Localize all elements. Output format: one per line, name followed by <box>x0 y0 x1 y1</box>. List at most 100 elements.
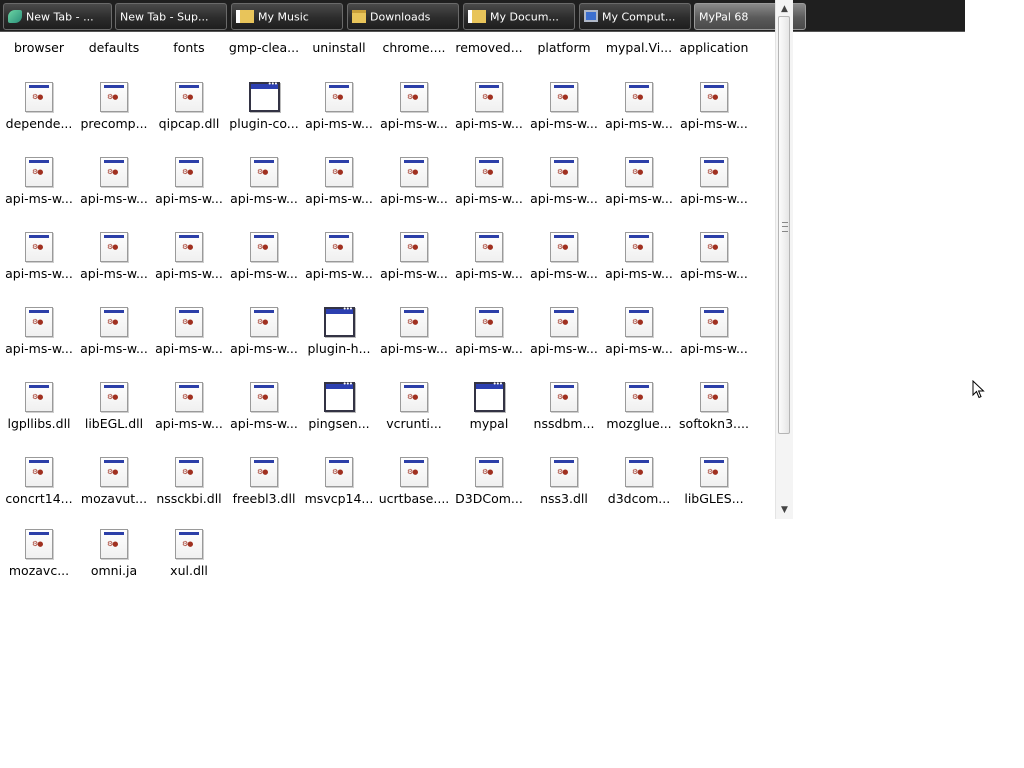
file-item[interactable]: ⚙● api-ms-w... <box>450 147 528 222</box>
file-item[interactable]: ⚙● api-ms-w... <box>675 297 753 372</box>
file-item[interactable]: plugin-h... <box>300 297 378 372</box>
file-label: plugin-h... <box>307 341 371 356</box>
file-item[interactable]: ⚙● api-ms-w... <box>0 147 78 222</box>
folder-item[interactable]: uninstall <box>301 40 377 55</box>
file-item[interactable]: ⚙● api-ms-w... <box>375 222 453 297</box>
file-item[interactable]: ⚙● d3dcom... <box>600 447 678 522</box>
file-item[interactable]: ⚙● mozavut... <box>75 447 153 522</box>
file-item[interactable]: ⚙● omni.ja <box>75 519 153 594</box>
file-item[interactable]: plugin-co... <box>225 72 303 147</box>
folder-item[interactable]: removed... <box>451 40 527 55</box>
file-item[interactable]: ⚙● api-ms-w... <box>225 372 303 447</box>
file-item[interactable]: ⚙● vcrunti... <box>375 372 453 447</box>
file-item[interactable]: ⚙● api-ms-w... <box>225 297 303 372</box>
folder-item[interactable]: mypal.Vi... <box>601 40 677 55</box>
file-item[interactable]: ⚙● api-ms-w... <box>525 222 603 297</box>
taskbar-blank-area <box>965 0 1024 31</box>
file-item[interactable]: ⚙● api-ms-w... <box>375 147 453 222</box>
file-label: mozavut... <box>80 491 148 506</box>
file-item[interactable]: ⚙● msvcp14... <box>300 447 378 522</box>
folder-item[interactable]: platform <box>526 40 602 55</box>
file-item[interactable]: ⚙● lgpllibs.dll <box>0 372 78 447</box>
file-item[interactable]: ⚙● concrt14... <box>0 447 78 522</box>
taskbar-item-label: New Tab - ... <box>26 10 94 24</box>
taskbar-item-my-documents[interactable]: My Docum... <box>463 3 575 30</box>
folder-item[interactable]: application <box>676 40 752 55</box>
file-item[interactable]: ⚙● libGLES... <box>675 447 753 522</box>
dll-file-icon: ⚙● <box>250 232 278 262</box>
file-item[interactable]: ⚙● softokn3.... <box>675 372 753 447</box>
file-item[interactable]: ⚙● api-ms-w... <box>75 297 153 372</box>
file-label: api-ms-w... <box>305 116 373 131</box>
file-item[interactable]: ⚙● api-ms-w... <box>600 72 678 147</box>
file-item[interactable]: ⚙● api-ms-w... <box>300 147 378 222</box>
file-icon-wrap: ⚙● <box>25 232 55 264</box>
folder-item[interactable]: defaults <box>76 40 152 55</box>
scroll-up-arrow-icon[interactable]: ▲ <box>776 2 793 16</box>
file-item[interactable]: ⚙● api-ms-w... <box>525 297 603 372</box>
folder-item[interactable]: fonts <box>151 40 227 55</box>
file-item[interactable]: ⚙● api-ms-w... <box>225 147 303 222</box>
vertical-scrollbar[interactable]: ▲ ▼ <box>775 0 793 519</box>
file-item[interactable]: ⚙● api-ms-w... <box>0 297 78 372</box>
file-item[interactable]: ⚙● api-ms-w... <box>450 72 528 147</box>
file-item[interactable]: ⚙● api-ms-w... <box>150 297 228 372</box>
file-item[interactable]: ⚙● api-ms-w... <box>525 147 603 222</box>
file-icon-wrap: ⚙● <box>475 82 505 114</box>
file-label: api-ms-w... <box>155 266 223 281</box>
file-item[interactable]: ⚙● api-ms-w... <box>150 372 228 447</box>
file-item[interactable]: ⚙● api-ms-w... <box>600 297 678 372</box>
folder-item[interactable]: gmp-clea... <box>226 40 302 55</box>
file-item[interactable]: ⚙● api-ms-w... <box>0 222 78 297</box>
scrollbar-thumb[interactable] <box>778 16 790 434</box>
file-item[interactable]: ⚙● mozglue... <box>600 372 678 447</box>
taskbar-item-new-tab-2[interactable]: New Tab - Sup... <box>115 3 227 30</box>
file-icon-wrap: ⚙● <box>250 457 280 489</box>
taskbar-item-my-music[interactable]: My Music <box>231 3 343 30</box>
taskbar-item-downloads[interactable]: Downloads <box>347 3 459 30</box>
file-icon-wrap: ⚙● <box>400 82 430 114</box>
file-item[interactable]: ⚙● libEGL.dll <box>75 372 153 447</box>
file-item[interactable]: ⚙● nss3.dll <box>525 447 603 522</box>
scroll-down-arrow-icon[interactable]: ▼ <box>776 503 793 517</box>
file-item[interactable]: ⚙● api-ms-w... <box>450 222 528 297</box>
folder-item[interactable]: browser <box>1 40 77 55</box>
file-item[interactable]: ⚙● D3DCom... <box>450 447 528 522</box>
file-label: api-ms-w... <box>5 341 73 356</box>
file-item[interactable]: ⚙● mozavc... <box>0 519 78 594</box>
file-item[interactable]: ⚙● qipcap.dll <box>150 72 228 147</box>
file-item[interactable]: ⚙● xul.dll <box>150 519 228 594</box>
file-item[interactable]: ⚙● api-ms-w... <box>675 147 753 222</box>
file-item[interactable]: ⚙● api-ms-w... <box>300 222 378 297</box>
file-item[interactable]: ⚙● api-ms-w... <box>450 297 528 372</box>
file-item[interactable]: ⚙● api-ms-w... <box>375 72 453 147</box>
file-item[interactable]: ⚙● api-ms-w... <box>75 222 153 297</box>
file-icon-wrap: ⚙● <box>175 232 205 264</box>
file-item[interactable]: ⚙● api-ms-w... <box>375 297 453 372</box>
file-item[interactable]: ⚙● api-ms-w... <box>225 222 303 297</box>
file-icon-wrap: ⚙● <box>625 82 655 114</box>
dll-file-icon: ⚙● <box>400 382 428 412</box>
file-item[interactable]: ⚙● api-ms-w... <box>675 72 753 147</box>
folder-item[interactable]: chrome.... <box>376 40 452 55</box>
file-item[interactable]: ⚙● depende... <box>0 72 78 147</box>
file-item[interactable]: ⚙● api-ms-w... <box>150 222 228 297</box>
file-item[interactable]: ⚙● api-ms-w... <box>600 147 678 222</box>
file-item[interactable]: mypal <box>450 372 528 447</box>
file-item[interactable]: ⚙● api-ms-w... <box>75 147 153 222</box>
file-item[interactable]: ⚙● freebl3.dll <box>225 447 303 522</box>
file-item[interactable]: ⚙● api-ms-w... <box>600 222 678 297</box>
file-item[interactable]: ⚙● api-ms-w... <box>525 72 603 147</box>
file-item[interactable]: ⚙● ucrtbase.... <box>375 447 453 522</box>
file-item[interactable]: ⚙● precomp... <box>75 72 153 147</box>
taskbar-item-new-tab-1[interactable]: New Tab - ... <box>3 3 112 30</box>
file-item[interactable]: pingsen... <box>300 372 378 447</box>
file-item[interactable]: ⚙● api-ms-w... <box>150 147 228 222</box>
file-item[interactable]: ⚙● nssckbi.dll <box>150 447 228 522</box>
file-icon-wrap: ⚙● <box>550 82 580 114</box>
file-item[interactable]: ⚙● nssdbm... <box>525 372 603 447</box>
file-item[interactable]: ⚙● api-ms-w... <box>300 72 378 147</box>
file-item[interactable]: ⚙● api-ms-w... <box>675 222 753 297</box>
taskbar-item-my-computer[interactable]: My Comput... <box>579 3 691 30</box>
file-icon-wrap: ⚙● <box>175 457 205 489</box>
